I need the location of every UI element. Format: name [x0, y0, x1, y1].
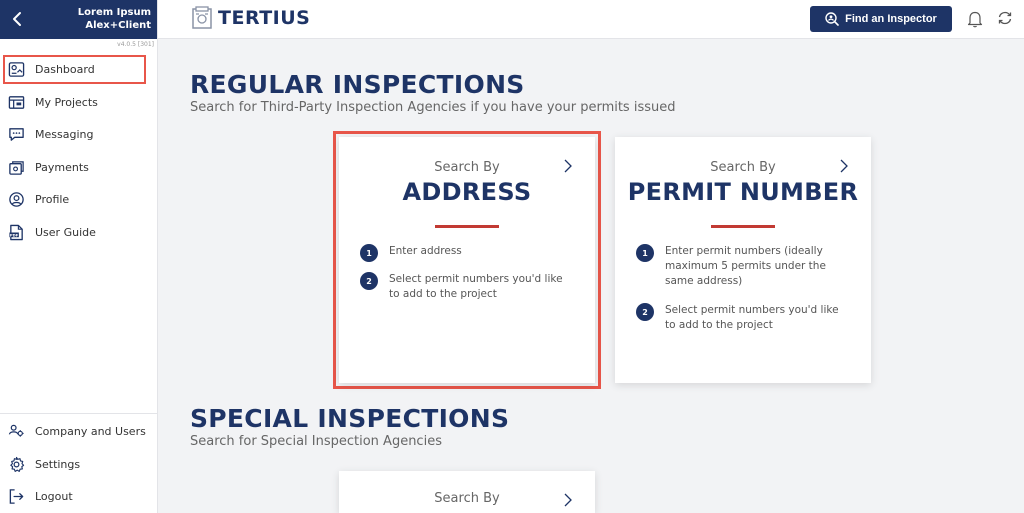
- nav-label-user-guide: User Guide: [35, 225, 96, 239]
- card-divider: [711, 225, 775, 228]
- card-divider: [435, 225, 499, 228]
- special-inspections-subtitle: Search for Special Inspection Agencies: [190, 434, 442, 449]
- step-item: 2 Select permit numbers you'd like to ad…: [360, 272, 575, 302]
- nav-item-user-guide[interactable]: PDF User Guide: [0, 216, 157, 249]
- nav-item-profile[interactable]: Profile: [0, 184, 157, 217]
- app-version: v4.0.5 [301]: [117, 41, 154, 48]
- nav-label-payments: Payments: [35, 160, 89, 174]
- step-number-badge: 1: [360, 244, 378, 262]
- step-number-badge: 2: [636, 303, 654, 321]
- chevron-right-icon[interactable]: [839, 159, 849, 173]
- nav-label-messaging: Messaging: [35, 128, 94, 142]
- bell-icon[interactable]: [967, 10, 983, 28]
- card-search-by-label: Search By: [434, 160, 500, 175]
- user-name: Lorem Ipsum Alex+Client: [78, 6, 151, 32]
- profile-icon: [9, 192, 24, 208]
- user-name-line1: Lorem Ipsum: [77, 7, 151, 18]
- nav-item-company-and-users[interactable]: Company and Users: [0, 416, 157, 449]
- nav-item-payments[interactable]: Payments: [0, 151, 157, 184]
- dashboard-icon: [8, 62, 25, 77]
- back-arrow-icon[interactable]: [9, 10, 27, 28]
- nav-label-settings: Settings: [35, 457, 81, 471]
- regular-inspections-subtitle: Search for Third-Party Inspection Agenci…: [190, 100, 676, 115]
- step-number-badge: 1: [636, 244, 654, 262]
- step-item: 1 Enter address: [360, 244, 575, 262]
- step-text: Select permit numbers you'd like to add …: [665, 304, 839, 331]
- card-steps: 1 Enter address 2 Select permit numbers …: [339, 244, 595, 302]
- sidebar-header: Lorem Ipsum Alex+Client: [0, 0, 157, 39]
- nav-label-profile: Profile: [35, 193, 70, 207]
- card-search-by-label: Search By: [434, 491, 500, 506]
- card-title: ADDRESS: [402, 178, 532, 206]
- nav-item-dashboard[interactable]: Dashboard: [3, 55, 146, 84]
- step-text: Select permit numbers you'd like to add …: [389, 273, 563, 300]
- find-inspector-label: Find an Inspector: [845, 13, 937, 25]
- pdf-icon: PDF: [9, 224, 23, 240]
- nav-item-logout[interactable]: Logout: [0, 481, 157, 513]
- search-inspector-icon: [825, 12, 839, 26]
- bottom-nav: Company and Users Settings Logout: [0, 412, 157, 513]
- card-search-by-label: Search By: [710, 160, 776, 175]
- step-item: 1 Enter permit numbers (ideally maximum …: [636, 244, 851, 289]
- chevron-right-icon[interactable]: [563, 493, 573, 507]
- top-bar: TERTIUS Find an Inspector: [158, 0, 1024, 39]
- chevron-right-icon[interactable]: [563, 159, 573, 173]
- card-title: PERMIT NUMBER: [627, 178, 859, 206]
- svg-text:PDF: PDF: [10, 233, 19, 237]
- nav-label-my-projects: My Projects: [35, 95, 98, 109]
- logo[interactable]: TERTIUS: [191, 6, 310, 30]
- tertius-logo-icon: [192, 6, 212, 29]
- chat-icon: [9, 128, 24, 142]
- projects-icon: [8, 95, 25, 109]
- main-nav: Dashboard My Projects Messaging Payments…: [0, 55, 157, 249]
- find-inspector-button[interactable]: Find an Inspector: [810, 6, 952, 32]
- special-inspections-title: SPECIAL INSPECTIONS: [190, 404, 510, 433]
- logo-text: TERTIUS: [218, 7, 311, 29]
- special-search-card[interactable]: Search By: [339, 471, 595, 513]
- search-by-address-card[interactable]: Search By ADDRESS 1 Enter address 2 Sele…: [339, 137, 595, 383]
- nav-item-messaging[interactable]: Messaging: [0, 119, 157, 152]
- refresh-icon[interactable]: [997, 10, 1013, 26]
- regular-inspections-title: REGULAR INSPECTIONS: [190, 70, 525, 99]
- step-number-badge: 2: [360, 272, 378, 290]
- nav-label-dashboard: Dashboard: [35, 63, 95, 76]
- gear-icon: [10, 456, 25, 472]
- step-item: 2 Select permit numbers you'd like to ad…: [636, 303, 851, 333]
- search-by-permit-number-card[interactable]: Search By PERMIT NUMBER 1 Enter permit n…: [615, 137, 871, 383]
- step-text: Enter address: [389, 245, 462, 257]
- sidebar: Lorem Ipsum Alex+Client v4.0.5 [301] Das…: [0, 0, 158, 513]
- nav-label-company-and-users: Company and Users: [35, 425, 146, 439]
- card-steps: 1 Enter permit numbers (ideally maximum …: [615, 244, 871, 333]
- nav-item-my-projects[interactable]: My Projects: [0, 86, 157, 119]
- users-icon: [8, 424, 24, 437]
- nav-label-logout: Logout: [35, 490, 73, 504]
- nav-item-settings[interactable]: Settings: [0, 448, 157, 481]
- user-name-line2: Alex+Client: [85, 20, 151, 31]
- logout-icon: [9, 489, 24, 505]
- step-text: Enter permit numbers (ideally maximum 5 …: [665, 245, 826, 287]
- payments-icon: [9, 160, 24, 175]
